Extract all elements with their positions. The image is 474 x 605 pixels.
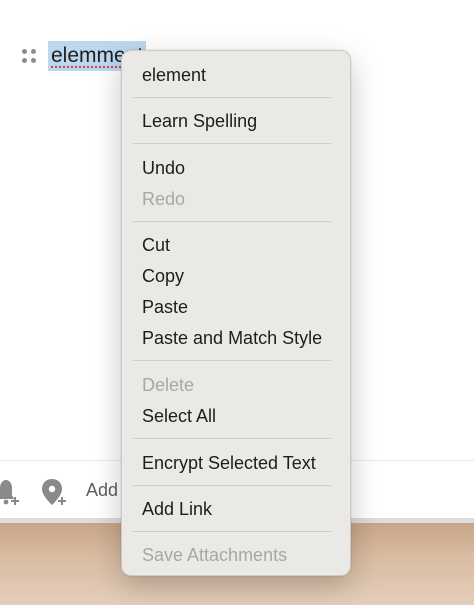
menu-separator bbox=[133, 438, 331, 439]
menu-item-paste[interactable]: Paste bbox=[142, 295, 188, 319]
menu-separator bbox=[133, 221, 331, 222]
menu-item-save-attachments: Save Attachments bbox=[142, 545, 288, 565]
menu-separator bbox=[133, 97, 331, 98]
menu-separator bbox=[133, 143, 331, 144]
bell-plus-icon[interactable] bbox=[0, 477, 22, 507]
menu-item-copy[interactable]: Copy bbox=[142, 264, 184, 288]
menu-item-select-all[interactable]: Select All bbox=[142, 404, 216, 428]
menu-item-learn-spelling[interactable]: Learn Spelling bbox=[142, 109, 257, 133]
drag-handle-icon[interactable] bbox=[22, 49, 36, 63]
context-menu: element Learn Spelling Undo Redo Cut Cop… bbox=[121, 50, 351, 576]
menu-item-delete: Delete bbox=[142, 375, 195, 395]
menu-item-cut[interactable]: Cut bbox=[142, 233, 170, 257]
location-plus-icon[interactable] bbox=[40, 477, 68, 507]
menu-item-spelling-suggestion[interactable]: element bbox=[142, 63, 206, 87]
menu-separator bbox=[133, 360, 331, 361]
menu-item-paste-and-match-style[interactable]: Paste and Match Style bbox=[142, 326, 322, 350]
menu-separator bbox=[133, 531, 331, 532]
menu-separator bbox=[133, 485, 331, 486]
add-label[interactable]: Add bbox=[86, 479, 118, 501]
menu-item-undo[interactable]: Undo bbox=[142, 156, 185, 180]
menu-item-add-link[interactable]: Add Link bbox=[142, 497, 212, 521]
menu-item-encrypt-selected-text[interactable]: Encrypt Selected Text bbox=[142, 451, 316, 475]
menu-item-redo: Redo bbox=[142, 189, 186, 209]
